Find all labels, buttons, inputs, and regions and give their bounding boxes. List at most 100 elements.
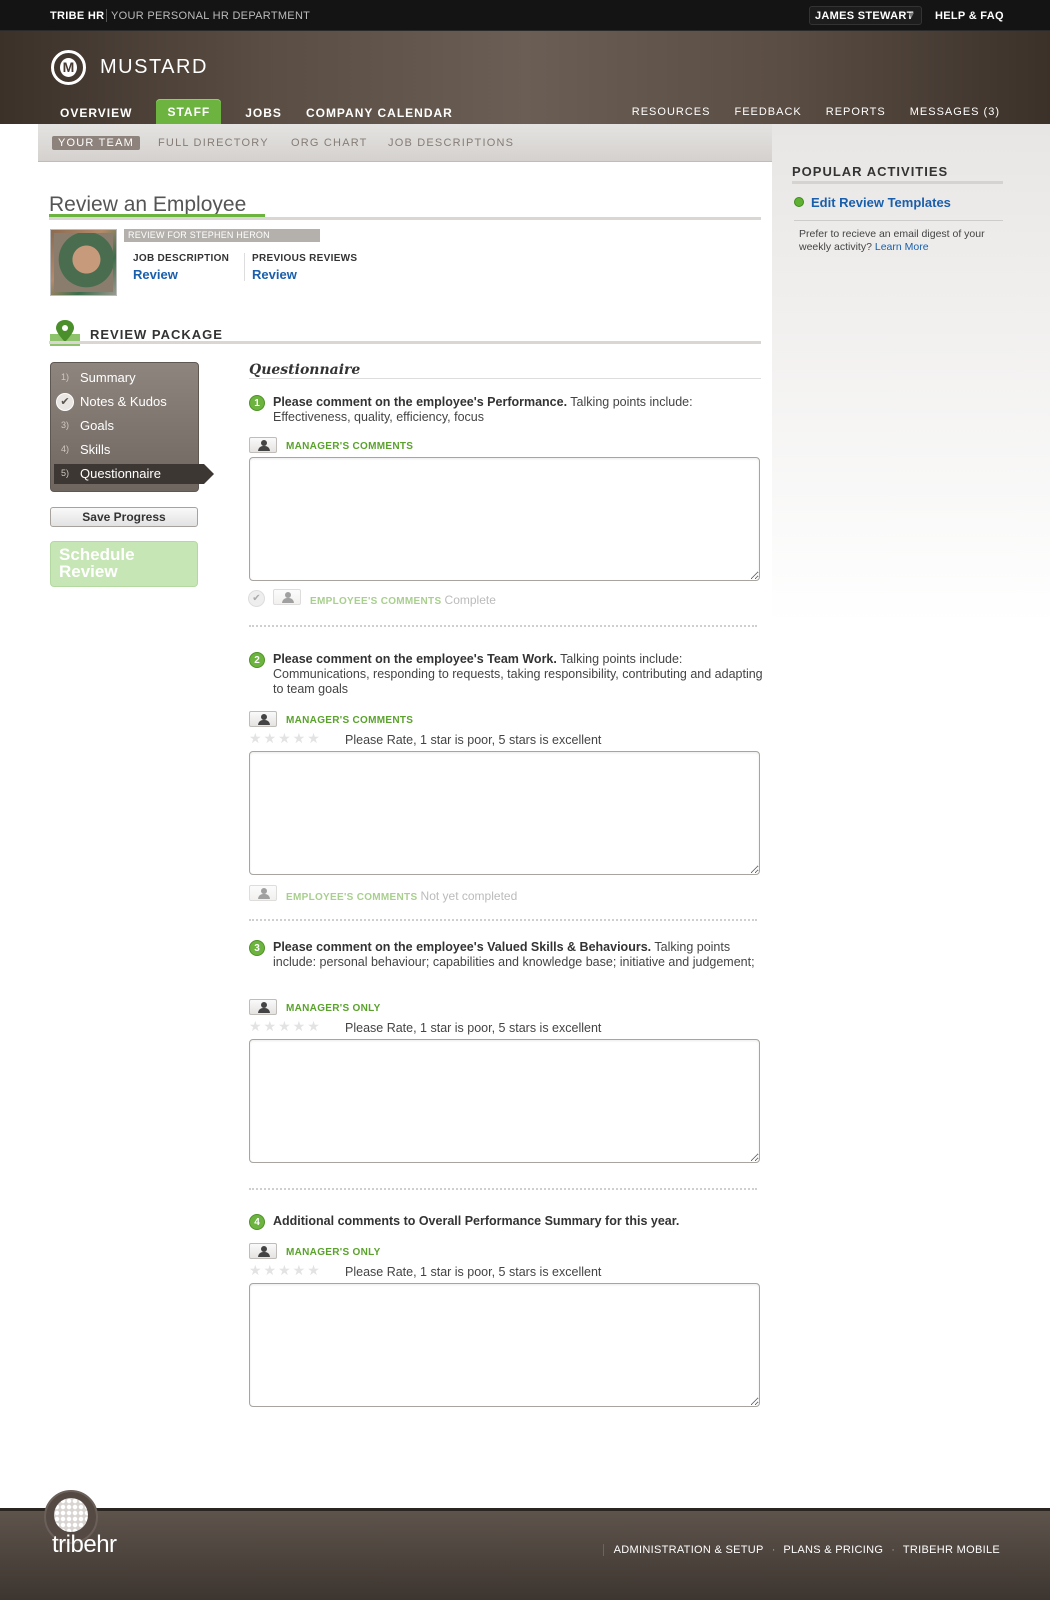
job-description-label: JOB DESCRIPTION	[133, 253, 230, 264]
divider	[244, 253, 245, 281]
step-label: Notes & Kudos	[80, 394, 167, 409]
nav-messages[interactable]: MESSAGES (3)	[910, 106, 1000, 118]
employee-comments-label[interactable]: EMPLOYEE'S COMMENTS Complete	[310, 593, 496, 607]
help-link[interactable]: HELP & FAQ	[935, 10, 1004, 22]
previous-reviews-label: PREVIOUS REVIEWS	[252, 253, 358, 264]
manager-badge	[249, 999, 277, 1015]
step-label: Goals	[80, 418, 114, 433]
logo-letter: M	[60, 58, 77, 77]
footer-link-mobile[interactable]: TRIBEHR MOBILE	[903, 1544, 1000, 1556]
schedule-review-button[interactable]: Schedule Review	[50, 541, 198, 587]
nav-company-calendar[interactable]: COMPANY CALENDAR	[306, 106, 453, 124]
step-summary[interactable]: 1) Summary	[54, 368, 204, 388]
schedule-label-line1: Schedule	[59, 545, 135, 564]
star-rating[interactable]: ★★★★★	[249, 1018, 322, 1035]
question-number-badge: 4	[249, 1214, 265, 1230]
nav-overview[interactable]: OVERVIEW	[60, 106, 132, 124]
question-text: Additional comments to Overall Performan…	[273, 1214, 763, 1229]
title-underline	[49, 217, 761, 220]
top-bar: TRIBE HR YOUR PERSONAL HR DEPARTMENT JAM…	[0, 0, 1050, 31]
footer-link-pricing[interactable]: PLANS & PRICING	[783, 1544, 883, 1556]
user-name: JAMES STEWART	[815, 10, 914, 22]
company-logo-icon[interactable]: M	[51, 50, 86, 85]
manager-comments-textarea[interactable]	[249, 1283, 760, 1407]
employee-status: Not yet completed	[420, 889, 518, 903]
subnav-your-team[interactable]: YOUR TEAM	[52, 136, 140, 150]
secondary-nav: RESOURCES FEEDBACK REPORTS MESSAGES (3)	[608, 106, 1000, 118]
role-label: MANAGER'S ONLY	[286, 1247, 381, 1258]
employee-comments-text: EMPLOYEE'S COMMENTS	[286, 892, 418, 903]
question-text: Please comment on the employee's Perform…	[273, 395, 763, 425]
employee-comments-label[interactable]: EMPLOYEE'S COMMENTS Not yet completed	[286, 889, 517, 903]
step-questionnaire[interactable]: 5) Questionnaire	[54, 464, 214, 484]
nav-jobs[interactable]: JOBS	[245, 106, 282, 124]
package-underline	[49, 341, 761, 344]
review-steps-nav: 1) Summary ✔ Notes & Kudos 3) Goals 4) S…	[50, 362, 214, 492]
footer-link-admin[interactable]: ADMINISTRATION & SETUP	[614, 1544, 764, 1556]
step-number: 5)	[61, 468, 70, 478]
job-description-link[interactable]: Review	[133, 267, 229, 282]
step-notes-kudos[interactable]: ✔ Notes & Kudos	[54, 392, 204, 412]
divider	[106, 9, 107, 22]
question-title: Please comment on the employee's Team Wo…	[273, 652, 557, 666]
sub-nav: YOUR TEAM FULL DIRECTORY ORG CHART JOB D…	[38, 124, 772, 162]
nav-feedback[interactable]: FEEDBACK	[734, 106, 801, 118]
rating-instructions: Please Rate, 1 star is poor, 5 stars is …	[345, 733, 602, 747]
step-number: 3)	[61, 420, 70, 430]
step-number: 4)	[61, 444, 70, 454]
manager-badge	[249, 437, 277, 453]
employee-badge	[273, 589, 301, 605]
footer-brand[interactable]: tribehr	[52, 1531, 117, 1559]
section-divider	[249, 919, 757, 921]
question-title: Please comment on the employee's Perform…	[273, 395, 568, 409]
rating-instructions: Please Rate, 1 star is poor, 5 stars is …	[345, 1265, 602, 1279]
activity-item[interactable]: Edit Review Templates	[794, 194, 1003, 221]
question-title: Additional comments to Overall Performan…	[273, 1214, 680, 1228]
header: M MUSTARD OVERVIEW STAFF JOBS COMPANY CA…	[0, 31, 1050, 130]
schedule-label-line2: Review	[59, 562, 118, 581]
learn-more-link[interactable]: Learn More	[875, 241, 929, 253]
employee-badge	[249, 885, 277, 901]
role-label: MANAGER'S ONLY	[286, 1003, 381, 1014]
subnav-job-descriptions[interactable]: JOB DESCRIPTIONS	[388, 137, 514, 149]
step-goals[interactable]: 3) Goals	[54, 416, 204, 436]
person-icon	[258, 714, 270, 725]
company-name[interactable]: MUSTARD	[100, 56, 208, 79]
subnav-full-directory[interactable]: FULL DIRECTORY	[158, 137, 269, 149]
checkmark-icon: ✔	[56, 393, 74, 411]
checkmark-icon: ✔	[248, 590, 265, 607]
manager-comments-textarea[interactable]	[249, 751, 760, 875]
previous-reviews-block: PREVIOUS REVIEWS Review	[252, 253, 357, 282]
manager-comments-textarea[interactable]	[249, 1039, 760, 1163]
review-package-title: REVIEW PACKAGE	[90, 327, 223, 342]
person-icon	[258, 1246, 270, 1257]
user-menu[interactable]: JAMES STEWART ▼	[809, 6, 922, 25]
employee-comments-text: EMPLOYEE'S COMMENTS	[310, 596, 442, 607]
star-rating[interactable]: ★★★★★	[249, 730, 322, 747]
footer-links: ADMINISTRATION & SETUP · PLANS & PRICING…	[602, 1544, 1000, 1556]
question-number-badge: 1	[249, 395, 265, 411]
edit-review-templates-link[interactable]: Edit Review Templates	[811, 195, 951, 210]
nav-resources[interactable]: RESOURCES	[632, 106, 711, 118]
manager-comments-textarea[interactable]	[249, 457, 760, 581]
brand-name[interactable]: TRIBE HR	[50, 10, 104, 22]
employee-status: Complete	[444, 593, 496, 607]
job-description-block: JOB DESCRIPTION Review	[133, 253, 229, 282]
role-label: MANAGER'S COMMENTS	[286, 441, 414, 452]
nav-reports[interactable]: REPORTS	[826, 106, 886, 118]
previous-reviews-link[interactable]: Review	[252, 267, 357, 282]
subnav-org-chart[interactable]: ORG CHART	[291, 137, 368, 149]
nav-staff[interactable]: STAFF	[156, 99, 222, 130]
title-accent	[49, 214, 265, 217]
step-skills[interactable]: 4) Skills	[54, 440, 204, 460]
step-label: Questionnaire	[80, 466, 161, 481]
status-dot-icon	[794, 197, 804, 207]
section-divider	[249, 1188, 757, 1190]
person-icon	[282, 592, 294, 603]
question-number-badge: 3	[249, 940, 265, 956]
save-progress-button[interactable]: Save Progress	[50, 507, 198, 527]
avatar[interactable]	[50, 229, 117, 296]
right-sidebar: POPULAR ACTIVITIES Edit Review Templates…	[772, 124, 1050, 624]
star-rating[interactable]: ★★★★★	[249, 1262, 322, 1279]
manager-badge	[249, 1243, 277, 1259]
